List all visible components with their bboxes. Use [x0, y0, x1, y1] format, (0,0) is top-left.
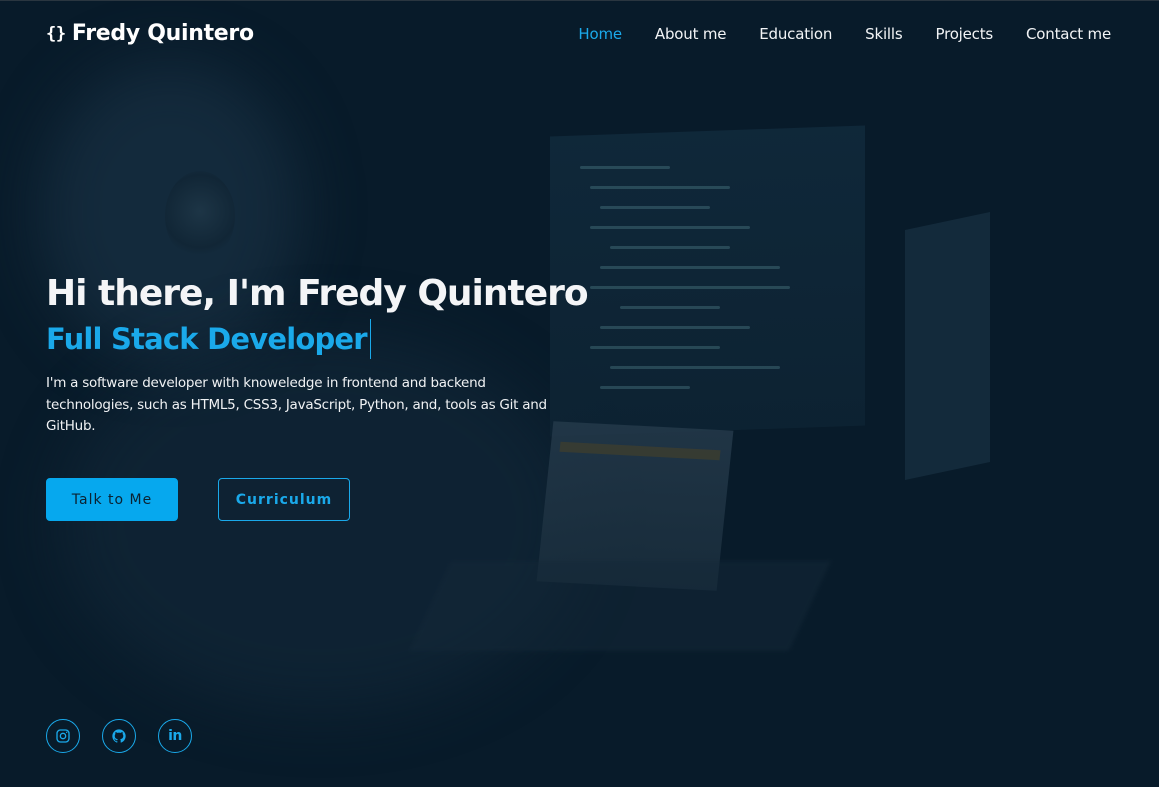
main-nav: Home About me Education Skills Projects …: [578, 25, 1111, 43]
brand-name: Fredy Quintero: [71, 21, 254, 46]
linkedin-icon: in: [168, 728, 182, 744]
instagram-link[interactable]: [46, 719, 80, 753]
hero-title: Hi there, I'm Fredy Quintero: [46, 273, 589, 314]
github-icon: [112, 729, 126, 743]
code-braces-icon: {}: [46, 23, 66, 44]
github-link[interactable]: [102, 719, 136, 753]
portfolio-page: {} Fredy Quintero Home About me Educatio…: [0, 0, 1159, 787]
hero-description: I'm a software developer with knoweledge…: [46, 375, 547, 434]
site-header: {} Fredy Quintero Home About me Educatio…: [0, 1, 1159, 71]
hero-section: Hi there, I'm Fredy Quintero Full Stack …: [46, 271, 606, 438]
linkedin-link[interactable]: in: [158, 719, 192, 753]
nav-skills[interactable]: Skills: [865, 25, 903, 43]
nav-education[interactable]: Education: [759, 25, 832, 43]
hero-role-text: Full Stack Developer: [46, 322, 368, 356]
typing-cursor: [369, 319, 371, 359]
nav-contact-me[interactable]: Contact me: [1026, 25, 1111, 43]
nav-home[interactable]: Home: [578, 25, 622, 43]
talk-to-me-button[interactable]: Talk to Me: [46, 478, 178, 521]
instagram-icon: [56, 729, 70, 743]
social-links: in: [46, 719, 192, 753]
nav-about-me[interactable]: About me: [655, 25, 727, 43]
brand-logo[interactable]: {} Fredy Quintero: [46, 21, 254, 46]
nav-projects[interactable]: Projects: [935, 25, 993, 43]
hero-role: Full Stack Developer: [46, 319, 371, 359]
curriculum-button[interactable]: Curriculum: [218, 478, 350, 521]
